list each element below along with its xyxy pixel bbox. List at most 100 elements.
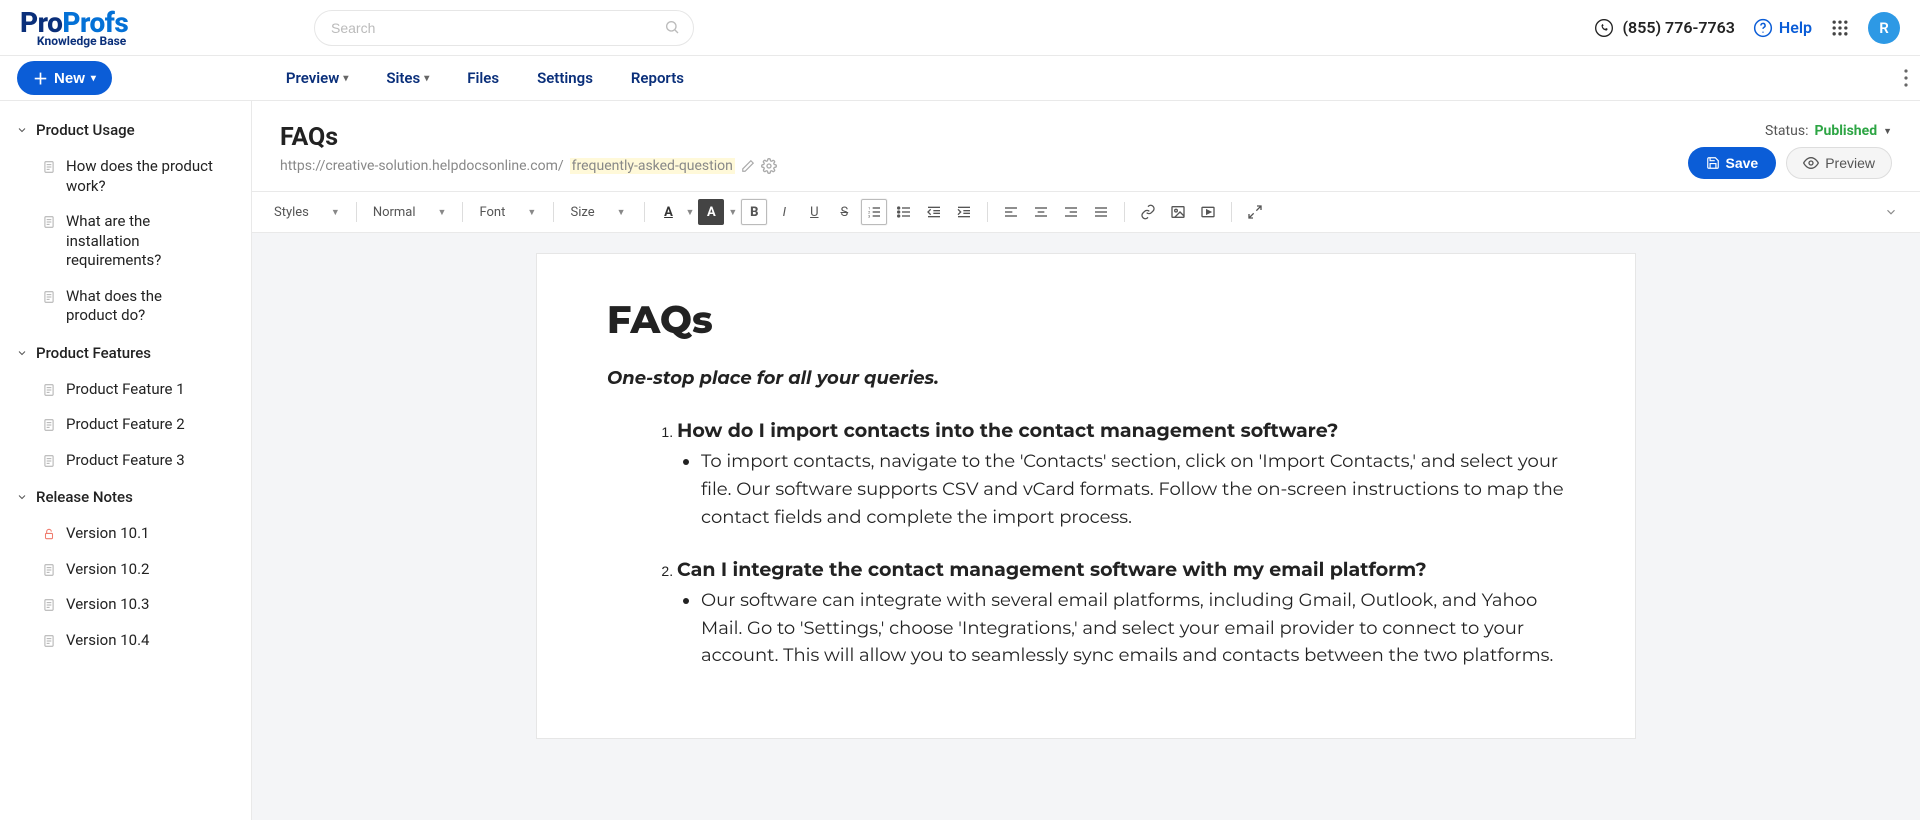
sidebar-item-version-10-4[interactable]: Version 10.4 xyxy=(0,623,251,659)
tab-sites[interactable]: Sites▾ xyxy=(386,69,429,87)
sidebar-item-label: What does the product do? xyxy=(66,287,216,326)
sidebar-group-release-notes[interactable]: Release Notes xyxy=(0,478,251,516)
sidebar-group-product-usage[interactable]: Product Usage xyxy=(0,111,251,149)
faq-question[interactable]: Can I integrate the contact management s… xyxy=(677,558,1565,581)
separator xyxy=(1231,202,1232,222)
sidebar-item-label: Version 10.1 xyxy=(66,524,149,544)
text-color-icon[interactable]: A xyxy=(655,199,681,225)
separator xyxy=(462,202,463,222)
sidebar-item-what-do[interactable]: What does the product do? xyxy=(0,279,251,334)
sidebar-item-version-10-2[interactable]: Version 10.2 xyxy=(0,552,251,588)
document[interactable]: FAQs One-stop place for all your queries… xyxy=(536,253,1636,739)
toolbar-size-select[interactable]: Size▼ xyxy=(564,200,634,224)
strike-icon[interactable]: S xyxy=(831,199,857,225)
sidebar-item-feature-3[interactable]: Product Feature 3 xyxy=(0,443,251,479)
faq-answer[interactable]: To import contacts, navigate to the 'Con… xyxy=(701,448,1565,532)
document-icon xyxy=(42,214,56,230)
collapse-toolbar-icon[interactable] xyxy=(1878,199,1904,225)
document-icon xyxy=(42,562,56,578)
toolbar-font-select[interactable]: Font▼ xyxy=(473,200,543,224)
chevron-down-icon: ▾ xyxy=(424,73,429,84)
ol-icon[interactable]: 123 xyxy=(861,199,887,225)
logo[interactable]: ProProfs Knowledge Base xyxy=(20,9,128,47)
caret-down-icon: ▼ xyxy=(617,207,626,218)
avatar[interactable]: R xyxy=(1868,12,1900,44)
page-url-slug[interactable]: frequently-asked-question xyxy=(570,158,735,174)
search-icon[interactable] xyxy=(664,19,680,35)
underline-icon[interactable]: U xyxy=(801,199,827,225)
editor-canvas[interactable]: FAQs One-stop place for all your queries… xyxy=(252,233,1920,820)
align-justify-icon[interactable] xyxy=(1088,199,1114,225)
faq-item[interactable]: How do I import contacts into the contac… xyxy=(677,419,1565,532)
sidebar-item-version-10-1[interactable]: Version 10.1 xyxy=(0,516,251,552)
sidebar-item-how-work[interactable]: How does the product work? xyxy=(0,149,251,204)
tab-reports[interactable]: Reports xyxy=(631,69,684,87)
tab-preview[interactable]: Preview▾ xyxy=(286,69,348,87)
doc-heading[interactable]: FAQs xyxy=(607,296,1565,343)
help-link[interactable]: Help xyxy=(1753,18,1812,38)
caret-down-icon: ▼ xyxy=(527,207,536,218)
lock-icon xyxy=(42,526,56,542)
doc-subtitle[interactable]: One-stop place for all your queries. xyxy=(607,367,1565,389)
sidebar-item-feature-1[interactable]: Product Feature 1 xyxy=(0,372,251,408)
sidebar-item-feature-2[interactable]: Product Feature 2 xyxy=(0,407,251,443)
chevron-down-icon: ▾ xyxy=(343,73,348,84)
sidebar-item-label: Product Feature 3 xyxy=(66,451,185,471)
pencil-icon[interactable] xyxy=(741,159,755,173)
italic-icon[interactable]: I xyxy=(771,199,797,225)
save-icon xyxy=(1706,156,1720,170)
plus-icon: ＋ xyxy=(33,68,48,89)
sidebar-group-label: Release Notes xyxy=(36,488,133,506)
status-row[interactable]: Status: Published ▼ xyxy=(1688,123,1893,139)
sidebar-group-product-features[interactable]: Product Features xyxy=(0,334,251,372)
sidebar-group-label: Product Features xyxy=(36,344,151,362)
phone-icon xyxy=(1594,18,1614,38)
ul-icon[interactable] xyxy=(891,199,917,225)
help-icon xyxy=(1753,18,1773,38)
phone-number[interactable]: (855) 776-7763 xyxy=(1594,18,1734,38)
tab-settings[interactable]: Settings xyxy=(537,69,593,87)
chevron-down-icon: ▾ xyxy=(91,73,96,84)
align-right-icon[interactable] xyxy=(1058,199,1084,225)
separator xyxy=(553,202,554,222)
faq-item[interactable]: Can I integrate the contact management s… xyxy=(677,558,1565,671)
chevron-down-icon xyxy=(16,491,28,503)
caret-down-icon[interactable]: ▼ xyxy=(728,207,737,218)
document-icon xyxy=(42,633,56,649)
tab-files[interactable]: Files xyxy=(467,69,499,87)
logo-subtitle: Knowledge Base xyxy=(37,35,128,47)
bold-icon[interactable]: B xyxy=(741,199,767,225)
faq-question[interactable]: How do I import contacts into the contac… xyxy=(677,419,1565,442)
image-icon[interactable] xyxy=(1165,199,1191,225)
caret-down-icon[interactable]: ▼ xyxy=(685,207,694,218)
search-input[interactable] xyxy=(314,10,694,46)
new-button[interactable]: ＋ New ▾ xyxy=(17,61,112,95)
indent-icon[interactable] xyxy=(951,199,977,225)
phone-label: (855) 776-7763 xyxy=(1622,18,1734,37)
outdent-icon[interactable] xyxy=(921,199,947,225)
status-label: Status: xyxy=(1765,123,1808,139)
link-icon[interactable] xyxy=(1135,199,1161,225)
sidebar-item-version-10-3[interactable]: Version 10.3 xyxy=(0,587,251,623)
save-button-label: Save xyxy=(1726,155,1759,171)
preview-button[interactable]: Preview xyxy=(1786,147,1892,179)
sidebar-item-label: What are the installation requirements? xyxy=(66,212,216,271)
align-center-icon[interactable] xyxy=(1028,199,1054,225)
save-button[interactable]: Save xyxy=(1688,147,1777,179)
help-label: Help xyxy=(1779,18,1812,37)
sidebar[interactable]: Product Usage How does the product work?… xyxy=(0,100,252,820)
sidebar-item-label: Version 10.4 xyxy=(66,631,149,651)
chevron-down-icon xyxy=(16,347,28,359)
align-left-icon[interactable] xyxy=(998,199,1024,225)
kebab-icon[interactable] xyxy=(1904,69,1908,87)
editor-toolbar: Styles▼ Normal▼ Font▼ Size▼ A▼ A▼ B I U … xyxy=(252,191,1920,233)
toolbar-styles-select[interactable]: Styles▼ xyxy=(268,200,346,224)
maximize-icon[interactable] xyxy=(1242,199,1268,225)
toolbar-format-select[interactable]: Normal▼ xyxy=(367,200,453,224)
bg-color-icon[interactable]: A xyxy=(698,199,724,225)
apps-icon[interactable] xyxy=(1830,18,1850,38)
embed-icon[interactable] xyxy=(1195,199,1221,225)
gear-icon[interactable] xyxy=(761,158,777,174)
faq-answer[interactable]: Our software can integrate with several … xyxy=(701,587,1565,671)
sidebar-item-install-req[interactable]: What are the installation requirements? xyxy=(0,204,251,279)
